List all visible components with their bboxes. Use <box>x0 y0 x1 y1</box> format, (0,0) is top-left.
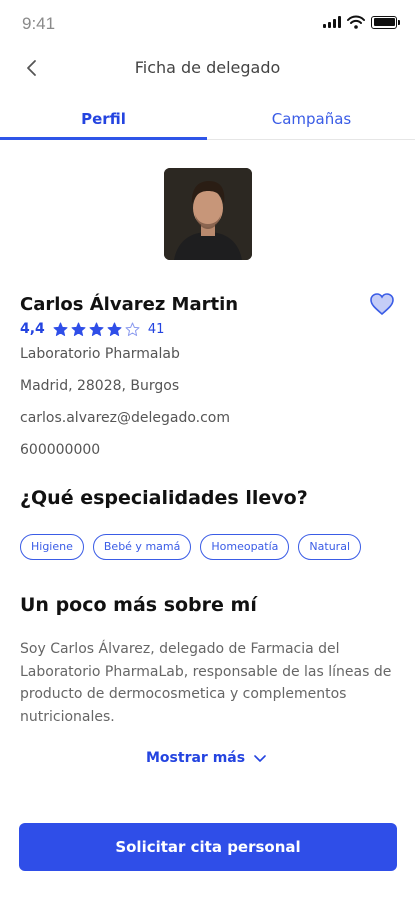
header: Ficha de delegado <box>0 48 415 88</box>
specialty-chips: Higiene Bebé y mamá Homeopatía Natural <box>20 534 361 560</box>
delegate-name: Carlos Álvarez Martin <box>20 294 239 315</box>
star-icon <box>107 322 122 336</box>
status-time: 9:41 <box>22 14 56 33</box>
specialty-chip: Natural <box>298 534 361 560</box>
review-count: 41 <box>147 321 165 337</box>
about-title: Un poco más sobre mí <box>20 594 257 616</box>
tab-perfil[interactable]: Perfil <box>0 100 207 140</box>
request-appointment-button[interactable]: Solicitar cita personal <box>19 823 397 871</box>
avatar-image <box>164 168 252 260</box>
specialty-chip: Homeopatía <box>200 534 290 560</box>
heart-icon[interactable] <box>369 292 395 316</box>
star-icon <box>89 322 104 336</box>
star-icon <box>125 322 140 336</box>
star-icon <box>71 322 86 336</box>
tab-bar: Perfil Campañas <box>0 100 415 140</box>
tab-campanas[interactable]: Campañas <box>208 100 415 140</box>
show-more-label: Mostrar más <box>146 750 246 766</box>
show-more-button[interactable]: Mostrar más <box>146 750 267 766</box>
page-title: Ficha de delegado <box>134 58 281 77</box>
status-bar: 9:41 <box>0 0 415 46</box>
specialties-title: ¿Qué especialidades llevo? <box>20 487 308 509</box>
battery-icon <box>371 15 400 29</box>
address-text: Madrid, 28028, Burgos <box>20 378 180 394</box>
rating-stars <box>53 322 140 337</box>
laboratory-text: Laboratorio Pharmalab <box>20 346 180 362</box>
avatar <box>164 168 252 260</box>
about-text: Soy Carlos Álvarez, delegado de Farmacia… <box>20 641 392 725</box>
wifi-icon <box>347 15 365 29</box>
specialty-chip: Bebé y mamá <box>92 534 192 560</box>
star-icon <box>53 322 68 336</box>
rating-value: 4,4 <box>20 321 45 337</box>
status-icons <box>323 15 400 29</box>
signal-icon <box>323 16 341 28</box>
rating-row: 4,4 41 <box>20 320 164 338</box>
phone-text: 600000000 <box>20 442 101 458</box>
specialty-chip: Higiene <box>20 534 84 560</box>
email-text: carlos.alvarez@delegado.com <box>20 410 230 426</box>
chevron-down-icon <box>254 755 266 762</box>
